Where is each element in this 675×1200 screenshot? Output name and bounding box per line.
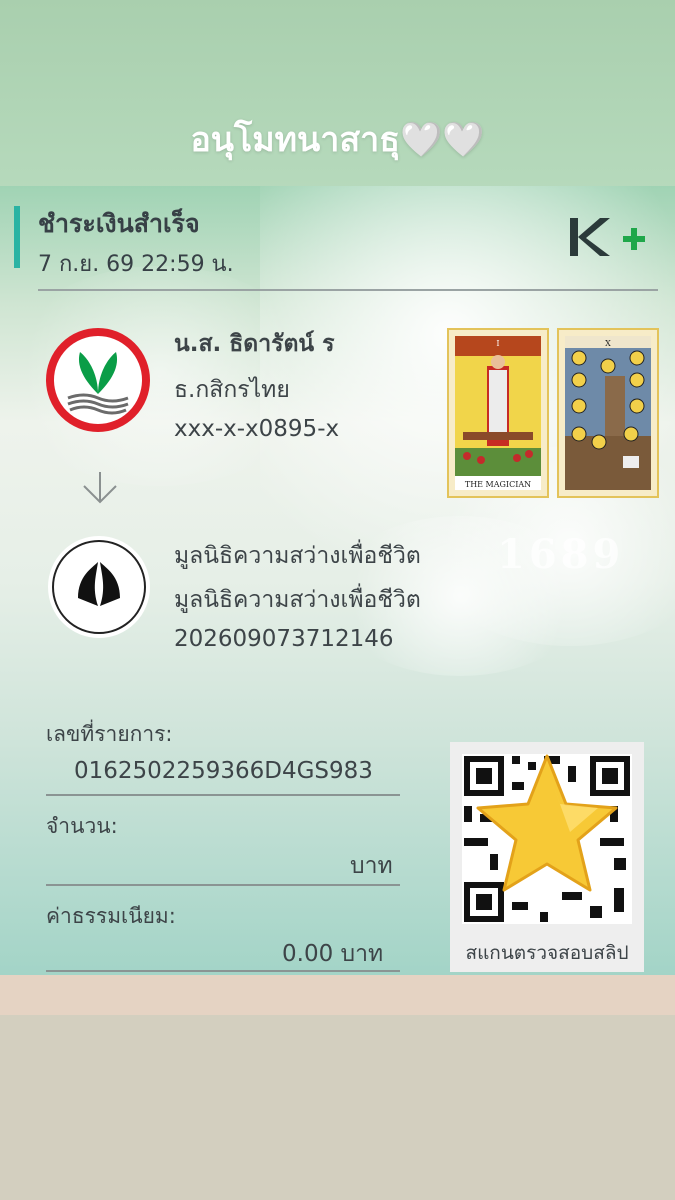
tarot-card-pentacles: X — [557, 328, 659, 498]
receiver-name: มูลนิธิความสว่างเพื่อชีวิต — [174, 543, 421, 569]
fee-label: ค่าธรรมเนียม: — [46, 904, 176, 928]
transaction-id-label: เลขที่รายการ: — [46, 722, 173, 746]
story-caption: อนุโมทนาสาธุ🤍🤍 — [190, 120, 485, 160]
header-divider — [38, 289, 658, 291]
amount-value: บาท — [350, 853, 393, 879]
bottom-area — [0, 1015, 675, 1200]
receiver-name-secondary: มูลนิธิความสว่างเพื่อชีวิต — [174, 587, 421, 613]
kplus-logo-icon — [570, 218, 645, 256]
kasikorn-bank-logo-icon — [46, 328, 150, 432]
qr-scan-caption: สแกนตรวจสอบสลิป — [465, 942, 629, 964]
tarot-numeral: I — [496, 339, 499, 348]
tarot-card-magician: THE MAGICIAN I — [447, 328, 549, 498]
sender-account: xxx-x-x0895-x — [174, 416, 340, 442]
tarot-label: THE MAGICIAN — [465, 480, 531, 489]
sender-bank: ธ.กสิกรไทย — [174, 377, 290, 403]
bottom-strip — [0, 975, 675, 1015]
fee-value: 0.00 บาท — [282, 941, 384, 967]
arrow-down-icon — [83, 472, 117, 504]
tarot-numeral: X — [605, 339, 611, 348]
overlay-number: 1689 — [497, 531, 625, 578]
amount-label: จำนวน: — [46, 814, 118, 838]
transaction-id-value: 0162502259366D4GS983 — [74, 758, 373, 784]
payment-datetime: 7 ก.ย. 69 22:59 น. — [38, 252, 234, 277]
sender-name: น.ส. ธิดารัตน์ ร — [174, 331, 335, 357]
receiver-account: 202609073712146 — [174, 626, 394, 652]
qr-code-icon — [450, 742, 644, 936]
row-divider — [46, 884, 400, 886]
payment-status-title: ชำระเงินสำเร็จ — [38, 209, 200, 238]
light-for-life-foundation-logo-icon — [48, 536, 150, 638]
row-divider — [46, 970, 400, 972]
title-accent-bar — [14, 206, 20, 268]
row-divider — [46, 794, 400, 796]
payment-slip: ชำระเงินสำเร็จ 7 ก.ย. 69 22:59 น. น.ส. ธ… — [0, 186, 675, 975]
